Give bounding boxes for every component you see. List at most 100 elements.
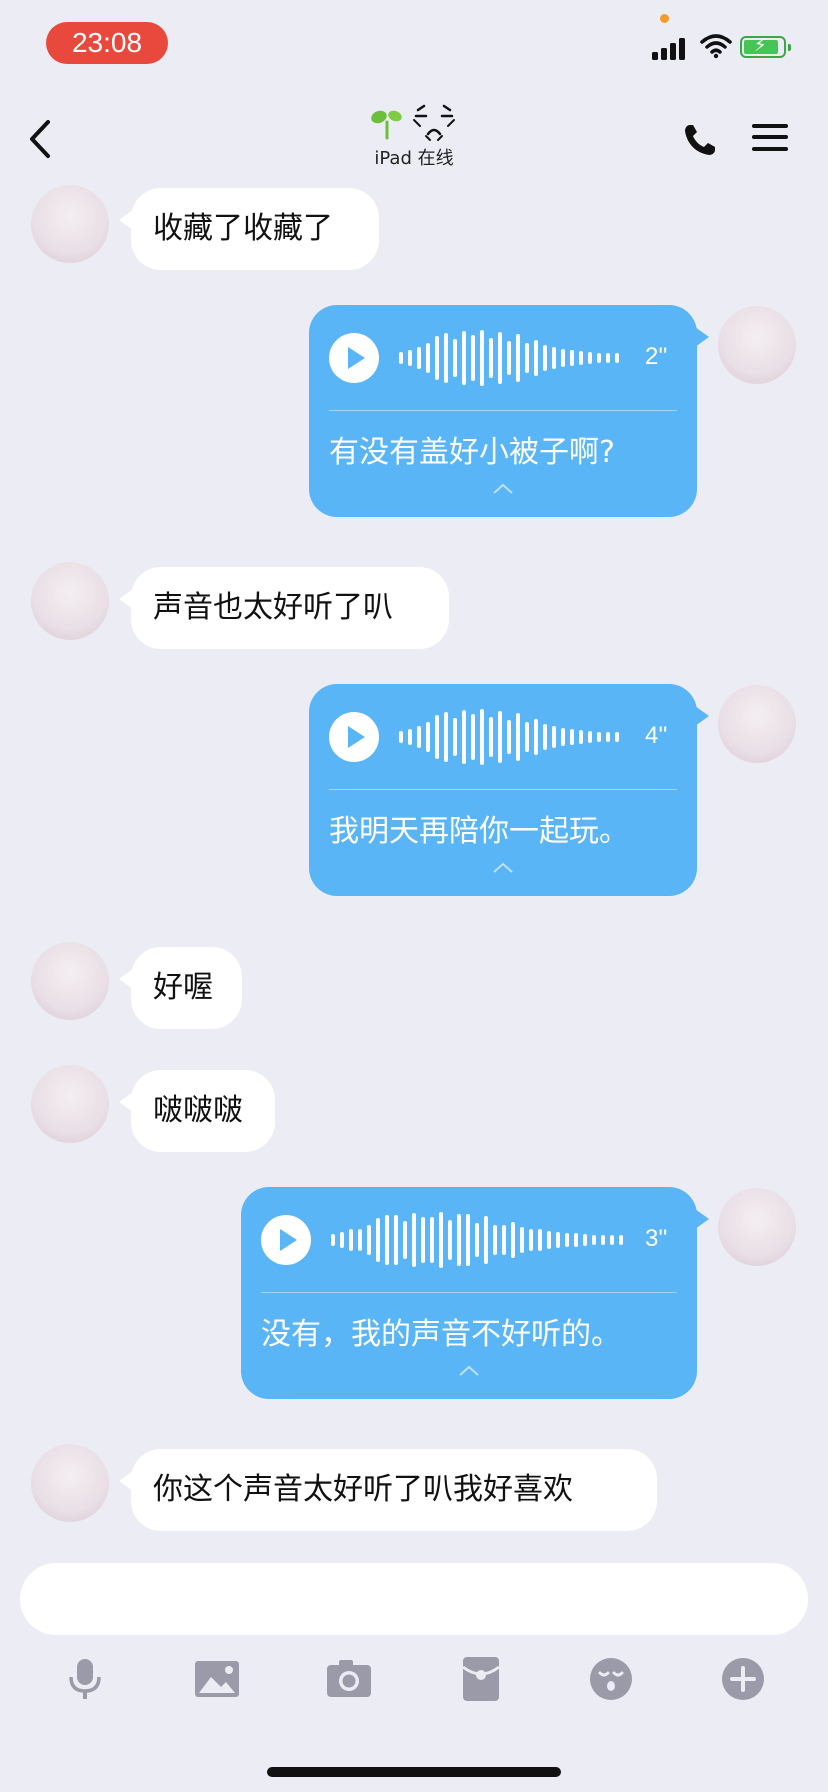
waveform-bar	[376, 1218, 380, 1262]
waveform-bar	[561, 728, 565, 746]
message-text: 啵啵啵	[153, 1093, 243, 1128]
status-time[interactable]: 23:08	[46, 22, 168, 64]
voice-waveform	[399, 330, 629, 386]
waveform-bar	[385, 1215, 389, 1265]
phone-icon[interactable]	[682, 122, 718, 158]
status-bar: 23:08 ⚡	[0, 0, 828, 90]
message-input[interactable]	[20, 1563, 808, 1635]
waveform-bar	[525, 722, 529, 752]
contact-avatar[interactable]	[31, 562, 109, 640]
waveform-bar	[489, 717, 493, 757]
red-packet-icon[interactable]	[457, 1655, 505, 1703]
waveform-bar	[543, 345, 547, 371]
waveform-bar	[331, 1234, 335, 1246]
incoming-message[interactable]: 声音也太好听了叭	[119, 567, 449, 649]
home-indicator[interactable]	[267, 1767, 561, 1777]
my-avatar[interactable]	[718, 1188, 796, 1266]
collapse-caret-icon[interactable]	[492, 483, 514, 495]
voice-duration: 3''	[645, 1225, 668, 1252]
composer	[0, 1547, 828, 1792]
waveform-bar	[358, 1229, 362, 1251]
waveform-bar	[444, 333, 448, 383]
divider	[329, 410, 677, 411]
emoji-icon[interactable]	[587, 1655, 635, 1703]
message-text: 声音也太好听了叭	[153, 590, 393, 625]
waveform-bar	[480, 330, 484, 386]
waveform-bar	[453, 718, 457, 756]
waveform-bar	[399, 352, 403, 364]
play-button[interactable]	[329, 333, 379, 383]
my-avatar[interactable]	[718, 306, 796, 384]
waveform-bar	[498, 711, 502, 763]
image-icon[interactable]	[193, 1655, 241, 1703]
waveform-bar	[439, 1212, 443, 1268]
waveform-bar	[475, 1223, 479, 1257]
my-avatar[interactable]	[718, 685, 796, 763]
waveform-bar	[489, 338, 493, 378]
incoming-message[interactable]: 收藏了收藏了	[119, 188, 379, 270]
waveform-bar	[565, 1233, 569, 1247]
voice-transcript: 我明天再陪你一起玩。	[329, 814, 629, 849]
incoming-message[interactable]: 啵啵啵	[119, 1070, 275, 1152]
message-list[interactable]: 收藏了收藏了 2'' 有没有盖好小被子啊? 声音也太好听了叭 4'' 我明天再陪…	[0, 182, 828, 1547]
collapse-caret-icon[interactable]	[458, 1365, 480, 1377]
incoming-message[interactable]: 你这个声音太好听了叭我好喜欢	[119, 1449, 657, 1531]
voice-message[interactable]: 4'' 我明天再陪你一起玩。	[309, 684, 709, 896]
waveform-bar	[403, 1221, 407, 1259]
sprout-icon	[371, 110, 403, 140]
waveform-bar	[493, 1225, 497, 1255]
collapse-caret-icon[interactable]	[492, 862, 514, 874]
waveform-bar	[538, 1229, 542, 1251]
voice-transcript: 有没有盖好小被子啊?	[329, 435, 615, 470]
waveform-bar	[547, 1231, 551, 1249]
waveform-bar	[421, 1217, 425, 1263]
incoming-message[interactable]: 好喔	[119, 947, 242, 1029]
waveform-bar	[610, 1235, 614, 1245]
contact-avatar[interactable]	[31, 1444, 109, 1522]
voice-waveform	[331, 1212, 631, 1268]
play-button[interactable]	[329, 712, 379, 762]
microphone-icon[interactable]	[61, 1655, 109, 1703]
crying-face-icon	[412, 104, 455, 141]
waveform-bar	[453, 339, 457, 377]
waveform-bar	[588, 352, 592, 364]
message-text: 收藏了收藏了	[153, 211, 333, 246]
menu-icon[interactable]	[752, 122, 788, 152]
waveform-bar	[534, 340, 538, 376]
waveform-bar	[615, 732, 619, 742]
waveform-bar	[426, 343, 430, 373]
contact-avatar[interactable]	[31, 1065, 109, 1143]
waveform-bar	[601, 1235, 605, 1245]
waveform-bar	[462, 710, 466, 764]
waveform-bar	[552, 347, 556, 369]
waveform-bar	[480, 709, 484, 765]
waveform-bar	[430, 1217, 434, 1263]
waveform-bar	[340, 1232, 344, 1248]
voice-message[interactable]: 2'' 有没有盖好小被子啊?	[309, 305, 709, 517]
camera-icon[interactable]	[325, 1655, 373, 1703]
waveform-bar	[529, 1229, 533, 1251]
play-button[interactable]	[261, 1215, 311, 1265]
waveform-bar	[502, 1225, 506, 1255]
contact-avatar[interactable]	[31, 185, 109, 263]
chat-header: iPad 在线	[0, 90, 828, 182]
voice-waveform	[399, 709, 629, 765]
waveform-bar	[570, 729, 574, 745]
waveform-bar	[534, 719, 538, 755]
waveform-bar	[583, 1234, 587, 1246]
waveform-bar	[606, 732, 610, 742]
waveform-bar	[435, 336, 439, 380]
waveform-bar	[408, 729, 412, 745]
waveform-bar	[471, 335, 475, 381]
waveform-bar	[462, 331, 466, 385]
waveform-bar	[516, 713, 520, 761]
waveform-bar	[516, 334, 520, 382]
waveform-bar	[435, 715, 439, 759]
waveform-bar	[457, 1214, 461, 1266]
contact-avatar[interactable]	[31, 942, 109, 1020]
waveform-bar	[520, 1227, 524, 1253]
voice-message[interactable]: 3'' 没有，我的声音不好听的。	[241, 1187, 709, 1399]
plus-icon[interactable]	[719, 1655, 767, 1703]
voice-transcript: 没有，我的声音不好听的。	[261, 1317, 621, 1352]
waveform-bar	[507, 720, 511, 754]
